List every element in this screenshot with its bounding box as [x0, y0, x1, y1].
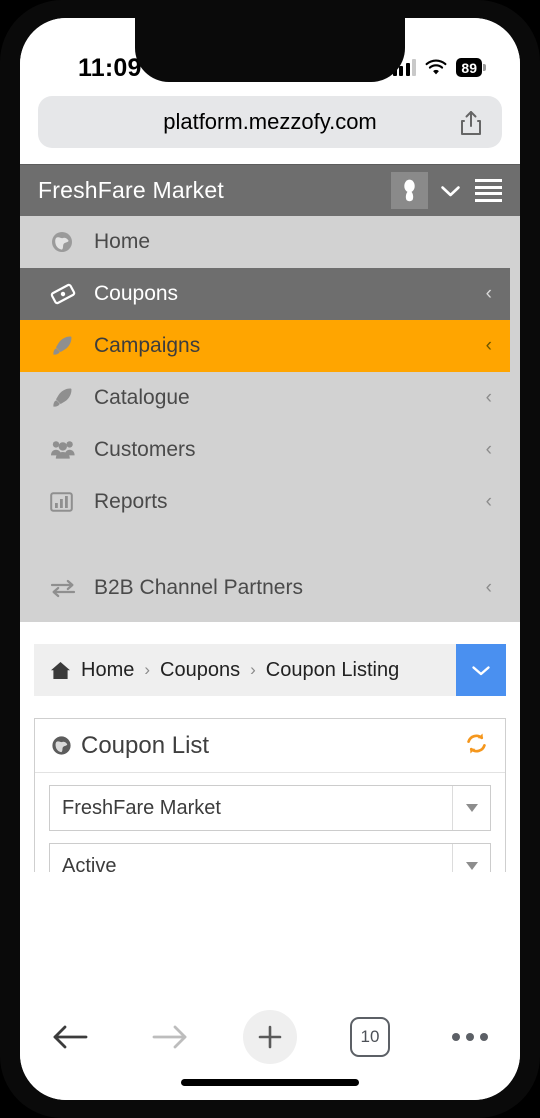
chevron-down-icon: [452, 786, 490, 830]
nav-label: Catalogue: [94, 386, 190, 409]
nav-item-home[interactable]: Home: [20, 216, 510, 268]
breadcrumb-item-coupon-listing: Coupon Listing: [265, 658, 400, 681]
webview: FreshFare Market Home Coupons ‹ Campaign…: [20, 164, 520, 872]
status-clock: 11:09: [78, 54, 142, 82]
back-button[interactable]: [39, 1010, 101, 1064]
nav-caret: ‹: [485, 577, 492, 598]
rocket-icon: [50, 334, 84, 358]
battery-icon: 89: [456, 58, 486, 77]
nav-caret: ‹: [485, 283, 492, 304]
url-bar[interactable]: platform.mezzofy.com: [38, 96, 502, 148]
merchant-select[interactable]: FreshFare Market: [49, 785, 491, 831]
battery-percent: 89: [461, 59, 477, 76]
share-icon[interactable]: [458, 109, 484, 137]
nav-label: B2B Channel Partners: [94, 576, 303, 599]
users-icon: [50, 439, 84, 461]
chevron-down-icon: [472, 665, 490, 675]
rocket-icon: [50, 386, 84, 410]
card-title-text: Coupon List: [81, 731, 210, 759]
app-title: FreshFare Market: [38, 177, 224, 203]
breadcrumb-separator: ›: [144, 660, 151, 679]
globe-icon: [52, 736, 71, 755]
globe-icon: [50, 230, 84, 254]
nav-label: Campaigns: [94, 334, 201, 357]
forward-button: [139, 1010, 201, 1064]
bar-chart-icon: [50, 491, 84, 513]
nav-item-customers[interactable]: Customers ‹: [20, 424, 510, 476]
breadcrumb-item-home[interactable]: Home: [81, 659, 134, 682]
nav-label: Customers: [94, 438, 196, 461]
nav-label: Home: [94, 230, 151, 253]
nav-item-coupons[interactable]: Coupons ‹: [20, 268, 510, 320]
card-header: Coupon List: [35, 719, 505, 773]
nav-separator: [20, 528, 520, 562]
url-text: platform.mezzofy.com: [163, 109, 377, 134]
refresh-button[interactable]: [464, 731, 489, 761]
navigation-menu: Home Coupons ‹ Campaigns ‹ Catalogue ‹ C…: [20, 216, 520, 622]
more-dots-icon: [452, 1033, 488, 1041]
user-avatar-icon[interactable]: [391, 172, 428, 209]
hamburger-menu-icon[interactable]: [473, 175, 504, 206]
card-body: FreshFare Market Active: [35, 773, 505, 872]
phone-screen: 11:09 89 platform.mezzofy.com FreshFare …: [20, 18, 520, 1100]
exchange-icon: [50, 578, 84, 598]
status-select-value: Active: [62, 854, 117, 873]
breadcrumb-toggle-button[interactable]: [456, 644, 506, 696]
nav-label: Reports: [94, 490, 168, 513]
merchant-select-value: FreshFare Market: [62, 796, 221, 819]
home-indicator: [181, 1079, 359, 1086]
status-select[interactable]: Active: [49, 843, 491, 872]
nav-caret: ‹: [485, 439, 492, 460]
browser-url-bar-container: platform.mezzofy.com: [20, 90, 520, 164]
breadcrumb-separator: ›: [250, 660, 256, 679]
nav-item-reports[interactable]: Reports ‹: [20, 476, 510, 528]
header-chevron-down-icon[interactable]: [428, 184, 473, 198]
device-notch: [135, 18, 405, 82]
phone-device-frame: 11:09 89 platform.mezzofy.com FreshFare …: [0, 0, 540, 1118]
tab-count-badge: 10: [350, 1017, 390, 1057]
home-icon: [51, 661, 70, 679]
forward-arrow-icon: [152, 1025, 187, 1049]
breadcrumb-item-coupons[interactable]: Coupons: [160, 659, 240, 682]
refresh-icon: [467, 733, 486, 753]
breadcrumb: Home › Coupons › Coupon Listing: [34, 644, 506, 696]
nav-caret: ‹: [485, 491, 492, 512]
nav-caret: ‹: [485, 335, 492, 356]
main-content: Home › Coupons › Coupon Listing Coupon L…: [20, 622, 520, 872]
wifi-icon: [425, 59, 447, 75]
app-header: FreshFare Market: [20, 164, 520, 216]
new-tab-button[interactable]: [239, 1010, 301, 1064]
tabs-button[interactable]: 10: [339, 1010, 401, 1064]
chevron-down-icon: [452, 844, 490, 872]
back-arrow-icon: [53, 1025, 88, 1049]
card-title: Coupon List: [51, 732, 464, 760]
nav-item-campaigns[interactable]: Campaigns ‹: [20, 320, 510, 372]
nav-caret: ‹: [485, 387, 492, 408]
ticket-icon: [50, 282, 84, 306]
nav-item-catalogue[interactable]: Catalogue ‹: [20, 372, 510, 424]
more-options-button[interactable]: [439, 1010, 501, 1064]
coupon-list-card: Coupon List FreshFare Market Active: [34, 718, 506, 872]
status-indicators: 89: [392, 58, 486, 77]
breadcrumb-items: Home › Coupons › Coupon Listing: [34, 659, 456, 682]
nav-item-b2b-channel-partners[interactable]: B2B Channel Partners ‹: [20, 562, 510, 614]
nav-label: Coupons: [94, 282, 179, 305]
plus-icon: [243, 1010, 297, 1064]
